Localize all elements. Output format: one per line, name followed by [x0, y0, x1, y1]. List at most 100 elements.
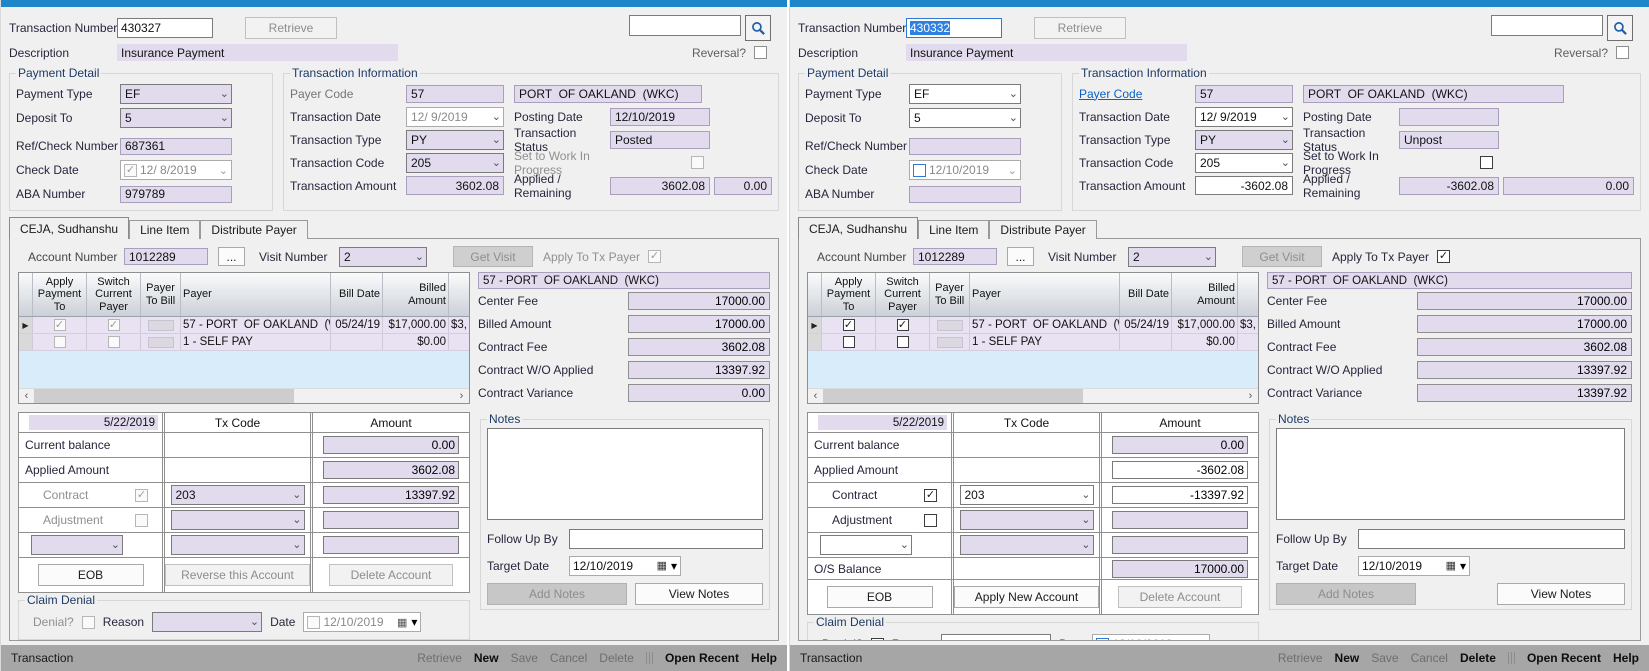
visit-number-select[interactable]: 2⌄ [1128, 247, 1216, 267]
transaction-code-select[interactable]: 205⌄ [1195, 153, 1293, 173]
scroll-right-arrow[interactable]: › [1243, 389, 1258, 403]
apply-payment-checkbox[interactable] [843, 319, 855, 331]
apply-payment-checkbox[interactable] [54, 336, 66, 348]
status-new[interactable]: New [474, 651, 499, 665]
apply-to-tx-payer-checkbox[interactable] [1437, 250, 1450, 263]
transaction-type-select[interactable]: PY⌄ [406, 130, 504, 150]
add-notes-button[interactable]: Add Notes [487, 583, 627, 605]
scrollbar-track[interactable] [823, 389, 1243, 403]
extra-amount-value[interactable] [1112, 536, 1248, 554]
denial-date-picker[interactable]: 12/10/2019 ▦▾ [303, 612, 421, 632]
adjustment-code-select[interactable]: ⌄ [171, 510, 305, 530]
account-lookup-button[interactable]: ... [218, 247, 245, 266]
extra-amount-value[interactable] [323, 536, 459, 554]
follow-up-by-input[interactable] [1358, 529, 1625, 549]
scrollbar-thumb[interactable] [34, 389, 294, 403]
apply-payment-checkbox[interactable] [843, 336, 855, 348]
scrollbar-track[interactable] [34, 389, 454, 403]
tab-line-item[interactable]: Line Item [918, 220, 989, 239]
contract-amount-value[interactable]: -13397.92 [1112, 486, 1248, 504]
status-delete[interactable]: Delete [599, 651, 634, 665]
target-date-picker[interactable]: 12/10/2019 ▦▾ [1358, 556, 1470, 576]
scroll-left-arrow[interactable]: ‹ [19, 389, 34, 403]
denial-checkbox[interactable] [82, 616, 95, 629]
adjustment-checkbox[interactable] [924, 514, 937, 527]
check-date-picker[interactable]: 12/ 8/2019 ⌄ [120, 160, 232, 180]
denial-reason-select[interactable]: ⌄ [941, 634, 1051, 641]
contract-checkbox[interactable] [924, 489, 937, 502]
status-retrieve[interactable]: Retrieve [1278, 651, 1323, 665]
adjustment-amount-value[interactable] [323, 511, 459, 529]
extra-type-select[interactable]: ⌄ [820, 535, 912, 555]
reversal-checkbox[interactable] [754, 46, 767, 59]
set-to-wip-checkbox[interactable] [1480, 156, 1493, 169]
denial-date-checkbox[interactable] [1096, 638, 1109, 642]
account-number-field[interactable]: 1012289 [124, 248, 208, 265]
transaction-date-picker[interactable]: 12/ 9/2019⌄ [1195, 107, 1293, 127]
account-action-button[interactable]: Apply New Account [954, 586, 1099, 608]
status-save[interactable]: Save [1371, 651, 1398, 665]
delete-account-button[interactable]: Delete Account [329, 564, 453, 586]
check-date-picker[interactable]: 12/10/2019 ⌄ [909, 160, 1021, 180]
transaction-number-input[interactable]: 430332 [906, 18, 1002, 38]
follow-up-by-input[interactable] [569, 529, 763, 549]
status-save[interactable]: Save [511, 651, 538, 665]
scrollbar-thumb[interactable] [823, 389, 1083, 403]
transaction-type-select[interactable]: PY⌄ [1195, 130, 1293, 150]
denial-date-checkbox[interactable] [307, 616, 320, 629]
payer-code-field[interactable]: 57 [406, 85, 504, 103]
status-cancel[interactable]: Cancel [1411, 651, 1448, 665]
deposit-to-select[interactable]: 5⌄ [120, 108, 232, 128]
target-date-picker[interactable]: 12/10/2019 ▦▾ [569, 556, 681, 576]
status-help[interactable]: Help [751, 651, 777, 665]
status-help[interactable]: Help [1613, 651, 1639, 665]
horizontal-scrollbar[interactable]: ‹ › [19, 388, 469, 403]
description-field[interactable]: Insurance Payment [117, 44, 398, 61]
horizontal-scrollbar[interactable]: ‹ › [808, 388, 1258, 403]
payment-type-select[interactable]: EF⌄ [909, 84, 1021, 104]
applied-amount-value[interactable]: 3602.08 [323, 461, 459, 479]
get-visit-button[interactable]: Get Visit [453, 246, 533, 267]
switch-payer-checkbox[interactable] [108, 336, 120, 348]
table-row[interactable]: ▶ 57 - PORT OF OAKLAND (WK 05/24/19 $17,… [19, 317, 469, 334]
search-button[interactable] [745, 15, 771, 41]
check-date-checkbox[interactable] [913, 164, 926, 177]
transaction-date-picker[interactable]: 12/ 9/2019⌄ [406, 107, 504, 127]
aba-number-field[interactable] [909, 186, 1021, 203]
tab-distribute-payer[interactable]: Distribute Payer [200, 220, 307, 239]
add-notes-button[interactable]: Add Notes [1276, 583, 1416, 605]
contract-checkbox[interactable] [135, 489, 148, 502]
applied-amount-value[interactable]: -3602.08 [1112, 461, 1248, 479]
contract-code-select[interactable]: 203⌄ [171, 485, 305, 505]
status-retrieve[interactable]: Retrieve [417, 651, 462, 665]
payment-type-select[interactable]: EF⌄ [120, 84, 232, 104]
status-cancel[interactable]: Cancel [550, 651, 587, 665]
retrieve-button[interactable]: Retrieve [1034, 17, 1126, 39]
switch-payer-checkbox[interactable] [108, 319, 120, 331]
deposit-to-select[interactable]: 5⌄ [909, 108, 1021, 128]
extra-type-select[interactable]: ⌄ [31, 535, 123, 555]
description-field[interactable]: Insurance Payment [906, 44, 1187, 61]
payer-code-label[interactable]: Payer Code [290, 87, 406, 101]
transaction-amount-field[interactable]: -3602.08 [1195, 176, 1293, 195]
status-open-recent[interactable]: Open Recent [665, 651, 739, 665]
retrieve-button[interactable]: Retrieve [245, 17, 337, 39]
table-row[interactable]: 1 - SELF PAY $0.00 [808, 334, 1258, 351]
apply-payment-checkbox[interactable] [54, 319, 66, 331]
account-number-field[interactable]: 1012289 [913, 248, 997, 265]
tab-patient[interactable]: CEJA, Sudhanshu [798, 217, 918, 239]
apply-to-tx-payer-checkbox[interactable] [648, 250, 661, 263]
eob-button[interactable]: EOB [38, 564, 144, 586]
table-row[interactable]: 1 - SELF PAY $0.00 [19, 334, 469, 351]
ref-check-number-field[interactable]: 687361 [120, 138, 232, 155]
delete-account-button[interactable]: Delete Account [1118, 586, 1242, 608]
denial-checkbox[interactable] [871, 638, 884, 642]
transaction-code-select[interactable]: 205⌄ [406, 153, 504, 173]
switch-payer-checkbox[interactable] [897, 336, 909, 348]
tab-line-item[interactable]: Line Item [129, 220, 200, 239]
notes-textarea[interactable] [1276, 428, 1625, 520]
switch-payer-checkbox[interactable] [897, 319, 909, 331]
visit-number-select[interactable]: 2⌄ [339, 247, 427, 267]
check-date-checkbox[interactable] [124, 164, 137, 177]
status-delete[interactable]: Delete [1460, 651, 1496, 665]
